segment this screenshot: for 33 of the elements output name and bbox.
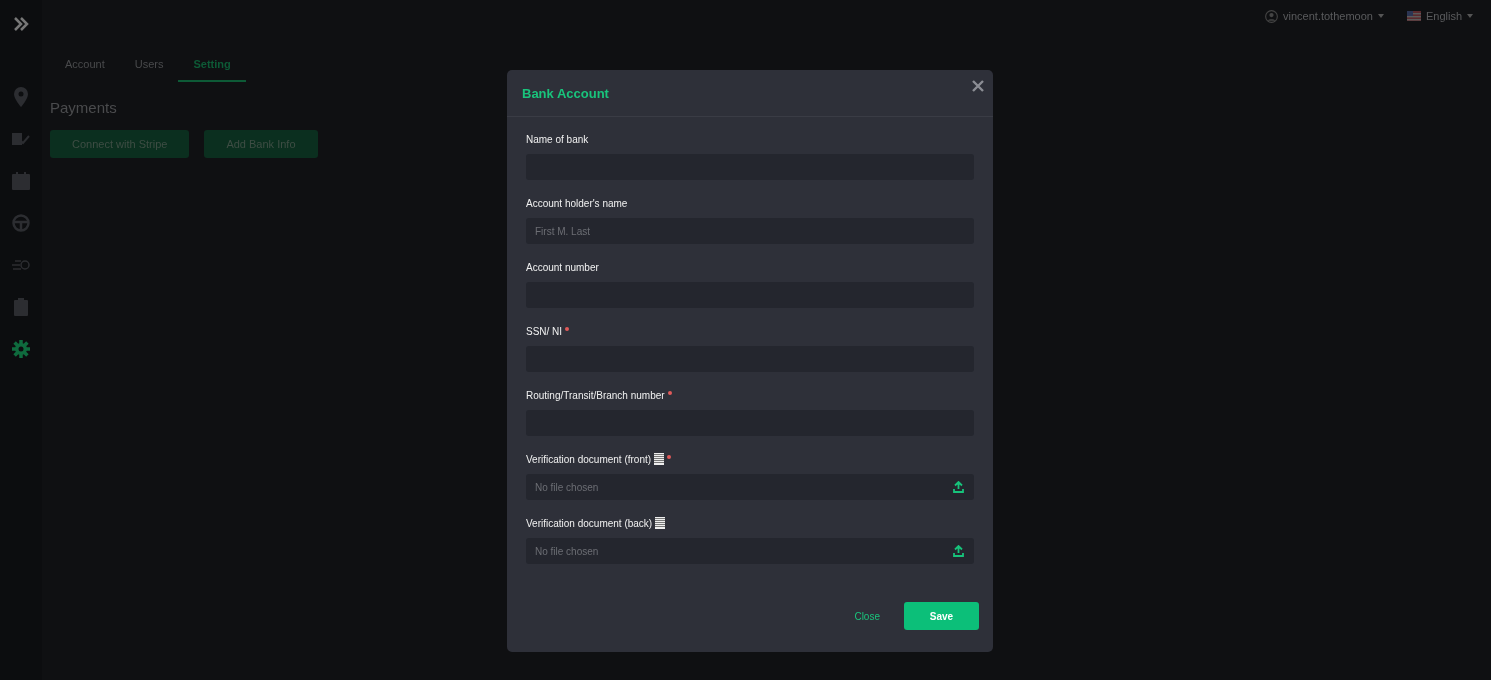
- field-label: Account number: [526, 261, 599, 273]
- tab[interactable]: Setting: [178, 52, 246, 82]
- clipboard-icon[interactable]: [14, 298, 28, 316]
- expand-icon[interactable]: [13, 17, 29, 31]
- close-button[interactable]: Close: [848, 609, 886, 623]
- settings-icon[interactable]: [12, 340, 30, 358]
- close-icon[interactable]: [972, 80, 984, 92]
- map-pin-icon[interactable]: [13, 87, 29, 107]
- caret-icon: [1377, 14, 1384, 18]
- file-field[interactable]: No file chosen: [526, 538, 974, 564]
- field-label: Routing/Transit/Branch number: [526, 389, 665, 401]
- user-menu[interactable]: vincent.tothemoon: [1283, 10, 1373, 22]
- field-label: Verification document (front): [526, 453, 652, 465]
- checklist-icon[interactable]: [12, 132, 30, 146]
- language-menu[interactable]: English: [1425, 10, 1462, 22]
- file-field[interactable]: No file chosen: [526, 474, 974, 500]
- calendar-icon[interactable]: [12, 172, 30, 190]
- steering-wheel-icon[interactable]: [12, 214, 30, 232]
- upload-icon[interactable]: [953, 481, 964, 493]
- field-label: Verification document (back): [526, 517, 653, 529]
- tab[interactable]: Users: [119, 52, 179, 82]
- caret-icon: [1467, 14, 1473, 18]
- field-label: SSN/ NI: [526, 325, 563, 337]
- tab[interactable]: Account: [50, 52, 120, 82]
- flag-icon[interactable]: [1406, 11, 1421, 21]
- field-label: Account holder's name: [526, 197, 628, 209]
- upload-icon[interactable]: [953, 545, 964, 557]
- user-avatar-icon[interactable]: [1265, 9, 1279, 23]
- section-title: Payments: [50, 99, 118, 116]
- save-button[interactable]: Save: [904, 602, 979, 630]
- input-field[interactable]: First M. Last: [526, 218, 974, 244]
- field-label: Name of bank: [526, 133, 589, 145]
- dialog-title: Bank Account: [522, 85, 609, 101]
